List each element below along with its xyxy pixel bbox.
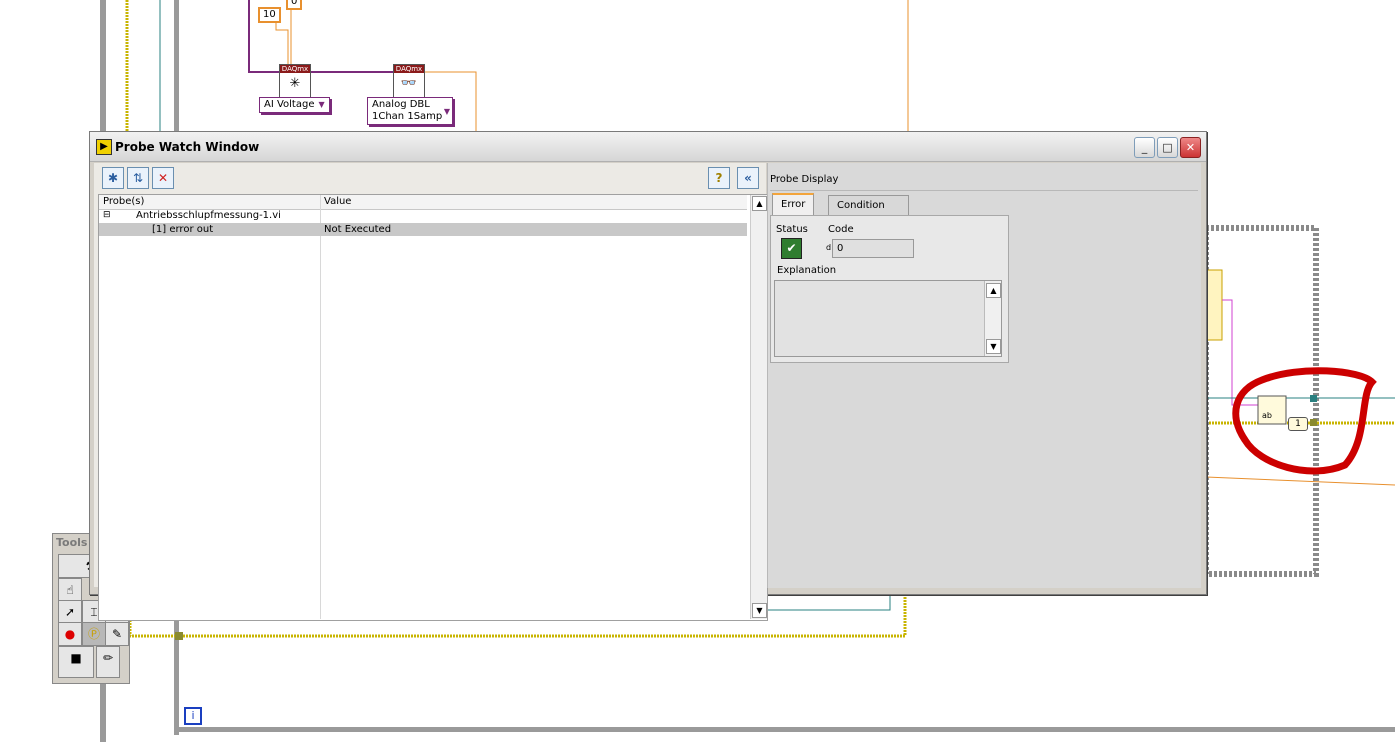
arrange-icon: ⇅ [132, 171, 144, 185]
loop-iteration-terminal[interactable]: i [184, 707, 202, 725]
window-titlebar[interactable]: ▶ Probe Watch Window _ □ ✕ [90, 132, 1206, 162]
close-icon[interactable]: ✕ [1180, 137, 1201, 158]
ai-voltage-label: AI Voltage [264, 99, 315, 110]
color-picker-icon[interactable]: ✎ [105, 622, 129, 646]
analog-dbl-selector[interactable]: Analog DBL 1Chan 1Samp ▼ [367, 97, 453, 125]
tree-collapse-icon[interactable]: ⊟ [103, 209, 111, 222]
probe-icon[interactable]: Ⓟ [82, 622, 106, 646]
window-title: Probe Watch Window [115, 140, 260, 154]
code-field: 0 [832, 239, 914, 258]
read-glasses-icon: 👓 [400, 76, 418, 91]
arrange-probes-button[interactable]: ⇅ [127, 167, 149, 189]
collapse-icon: « [744, 171, 752, 185]
tab-error[interactable]: Error [772, 193, 815, 217]
new-probe-icon: ✱ [107, 171, 119, 185]
explanation-scrollbar[interactable]: ▲ ▼ [984, 281, 1001, 356]
code-label: Code [828, 224, 854, 235]
explanation-field: ▲ ▼ [774, 280, 1002, 357]
daqmx-read-node[interactable]: DAQmx 👓 [393, 64, 425, 98]
probe-list-pane: ✱ ⇅ ✕ ? « Probe(s) Value ⊟ Antriebsschlu… [94, 163, 768, 621]
analog-dbl-line2: 1Chan 1Samp [372, 111, 443, 122]
status-label: Status [776, 224, 808, 235]
probe-display-title: Probe Display [770, 174, 839, 185]
tab-condition[interactable]: Condition [828, 195, 909, 216]
probe-display-pane: Probe Display Error Condition Status Cod… [767, 163, 1201, 588]
ai-voltage-selector[interactable]: AI Voltage ▼ [259, 97, 330, 113]
help-icon: ? [715, 171, 723, 185]
position-arrow-icon[interactable]: ➚ [58, 600, 82, 624]
code-radix-indicator: d [826, 243, 832, 252]
dropdown-arrow-icon: ▼ [443, 107, 450, 116]
collapse-button[interactable]: « [737, 167, 759, 189]
numeric-constant-0[interactable]: 0 [286, 0, 303, 10]
table-row-error-out[interactable]: [1] error out Not Executed [99, 223, 747, 236]
table-row-vi[interactable]: ⊟ Antriebsschlupfmessung-1.vi [99, 209, 747, 222]
daqmx-label: DAQmx [280, 65, 310, 73]
scroll-up-icon[interactable]: ▲ [986, 283, 1001, 298]
column-header-value[interactable]: Value [324, 196, 351, 207]
delete-icon: ✕ [157, 171, 169, 185]
new-probe-button[interactable]: ✱ [102, 167, 124, 189]
probe-watch-window: ▶ Probe Watch Window _ □ ✕ ✱ ⇅ ✕ ? « Pro… [89, 131, 1207, 621]
scroll-up-icon[interactable]: ▲ [752, 196, 767, 211]
maximize-icon[interactable]: □ [1157, 137, 1178, 158]
help-button[interactable]: ? [708, 167, 730, 189]
minimize-icon[interactable]: _ [1134, 137, 1155, 158]
dropdown-arrow-icon: ▼ [318, 100, 325, 109]
column-header-probes[interactable]: Probe(s) [103, 196, 144, 207]
daqmx-create-channel-node[interactable]: DAQmx ✳ [279, 64, 311, 98]
probe-name: [1] error out [152, 224, 214, 235]
divider [770, 190, 1198, 191]
labview-window-icon: ▶ [96, 139, 112, 155]
status-ok-check-icon: ✔ [781, 238, 802, 259]
scroll-down-icon[interactable]: ▼ [986, 339, 1001, 354]
probe-table: Probe(s) Value ⊟ Antriebsschlupfmessung-… [98, 194, 768, 621]
daqmx-label: DAQmx [394, 65, 424, 73]
operate-hand-icon[interactable]: ☝ [58, 578, 82, 602]
tools-palette-title: Tools [56, 536, 88, 549]
explanation-label: Explanation [777, 265, 837, 276]
column-divider[interactable] [320, 195, 321, 619]
breakpoint-icon[interactable]: ● [58, 622, 82, 646]
numeric-constant-10[interactable]: 10 [258, 7, 281, 23]
color-swatch-icon[interactable]: ■ [58, 646, 94, 678]
probe-value: Not Executed [324, 224, 392, 235]
probe-table-header: Probe(s) Value [99, 195, 747, 210]
create-channel-icon: ✳ [289, 76, 301, 91]
probe-name: Antriebsschlupfmessung-1.vi [136, 210, 281, 221]
scroll-down-icon[interactable]: ▼ [752, 603, 767, 618]
index-constant[interactable]: 1 [1288, 417, 1308, 431]
error-cluster-display: Status Code ✔ d 0 Explanation ▲ ▼ [770, 215, 1009, 363]
analog-dbl-line1: Analog DBL [372, 99, 430, 110]
vertical-scrollbar[interactable]: ▲ ▼ [750, 195, 767, 619]
svg-text:ab: ab [1262, 411, 1272, 420]
coloring-brush-icon[interactable]: ✏ [96, 646, 120, 678]
delete-probe-button[interactable]: ✕ [152, 167, 174, 189]
